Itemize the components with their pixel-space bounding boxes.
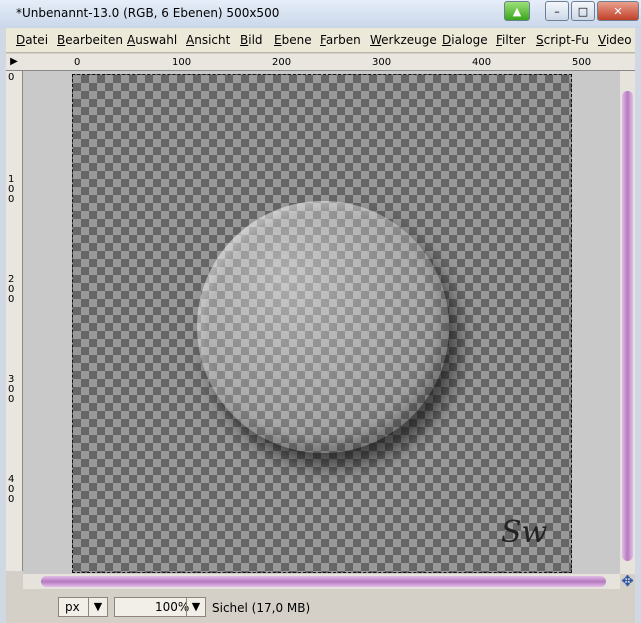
- zoom-select[interactable]: 100% ▼: [114, 597, 206, 617]
- ruler-tick-label: 200: [8, 274, 15, 305]
- menu-auswahl[interactable]: Auswahl: [127, 33, 177, 47]
- menu-farben[interactable]: Farben: [320, 33, 361, 47]
- menu-bild[interactable]: Bild: [240, 33, 263, 47]
- menu-werkzeuge[interactable]: Werkzeuge: [370, 33, 437, 47]
- menu-dialoge[interactable]: Dialoge: [442, 33, 488, 47]
- status-info: Sichel (17,0 MB): [212, 601, 311, 615]
- menu-video[interactable]: Video: [598, 33, 632, 47]
- horizontal-scroll-thumb[interactable]: [41, 576, 606, 587]
- zoom-value: 100%: [155, 600, 190, 614]
- gimp-indicator-icon[interactable]: ▲: [504, 1, 530, 21]
- ruler-tick-label: 300: [8, 374, 15, 405]
- signature-watermark: Sw: [501, 515, 548, 550]
- vertical-scroll-thumb[interactable]: [622, 91, 633, 561]
- menu-script-fu[interactable]: Script-Fu: [536, 33, 589, 47]
- menu-bar: Datei Bearbeiten Auswahl Ansicht Bild Eb…: [6, 28, 635, 53]
- menu-filter[interactable]: Filter: [496, 33, 526, 47]
- window-title: *Unbenannt-13.0 (RGB, 6 Ebenen) 500x500: [16, 6, 280, 20]
- ruler-tick-label: 300: [372, 57, 392, 68]
- ruler-tick-label: 400: [8, 474, 15, 505]
- image-canvas[interactable]: Sw: [72, 74, 572, 573]
- menu-bearbeiten[interactable]: Bearbeiten: [57, 33, 123, 47]
- vertical-scrollbar[interactable]: [620, 71, 635, 574]
- menu-ansicht[interactable]: Ansicht: [186, 33, 230, 47]
- ruler-tick-label: 100: [172, 57, 192, 68]
- minimize-button[interactable]: –: [545, 1, 569, 21]
- menu-datei[interactable]: Datei: [16, 33, 48, 47]
- status-bar: px ▼ 100% ▼ Sichel (17,0 MB): [6, 591, 635, 623]
- unit-select[interactable]: px ▼: [58, 597, 108, 617]
- ruler-tick-label: 400: [472, 57, 492, 68]
- quick-mask-corner-icon[interactable]: ▶: [8, 56, 20, 68]
- horizontal-scrollbar[interactable]: [23, 574, 620, 589]
- unit-value: px: [65, 600, 80, 614]
- ruler-tick-label: 200: [272, 57, 292, 68]
- close-button[interactable]: ✕: [597, 1, 639, 21]
- vertical-ruler[interactable]: 0 100 200 300 400: [6, 71, 23, 571]
- ruler-tick-label: 0: [8, 72, 15, 83]
- chevron-down-icon[interactable]: ▼: [186, 598, 205, 616]
- image-window: Datei Bearbeiten Auswahl Ansicht Bild Eb…: [6, 28, 635, 623]
- navigate-icon[interactable]: ✥: [620, 574, 635, 589]
- menu-ebene[interactable]: Ebene: [274, 33, 312, 47]
- horizontal-ruler[interactable]: ▶ 0 100 200 300 400 500: [6, 54, 635, 71]
- ruler-tick-label: 0: [74, 57, 81, 68]
- ruler-tick-label: 500: [572, 57, 592, 68]
- maximize-button[interactable]: □: [571, 1, 595, 21]
- glass-disc-shape: [197, 201, 449, 453]
- chevron-down-icon[interactable]: ▼: [88, 598, 107, 616]
- canvas-area[interactable]: Sw: [23, 71, 620, 574]
- ruler-tick-label: 100: [8, 174, 15, 205]
- title-bar: *Unbenannt-13.0 (RGB, 6 Ebenen) 500x500 …: [0, 0, 641, 28]
